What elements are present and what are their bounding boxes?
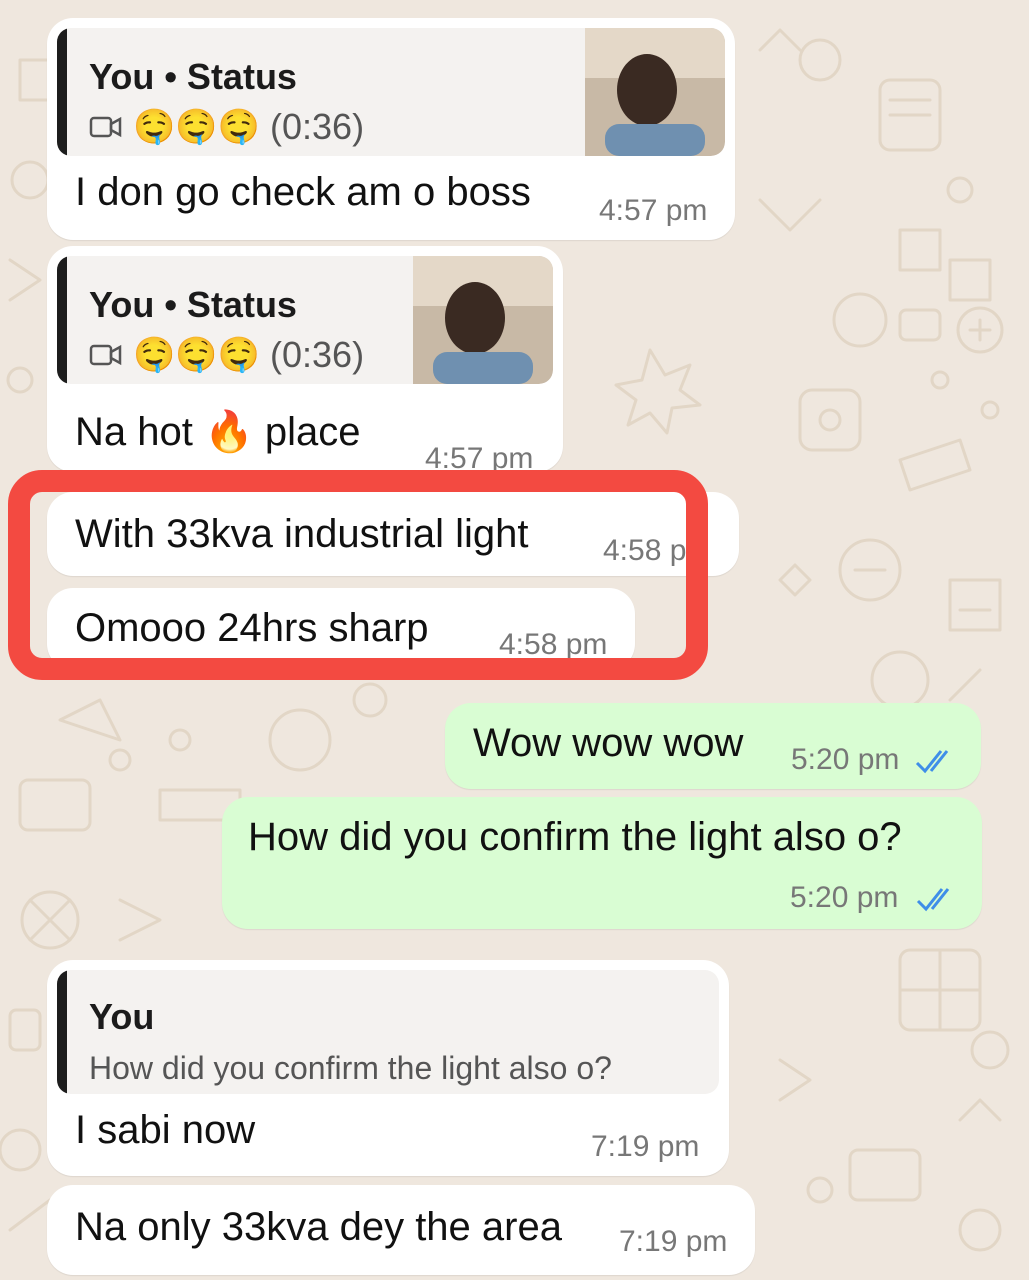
quote-accent-bar bbox=[57, 28, 67, 156]
message-text-part: place bbox=[264, 410, 361, 454]
message-time: 5:20 pm bbox=[790, 881, 899, 914]
status-thumbnail bbox=[413, 256, 553, 384]
message-bubble-incoming[interactable]: You How did you confirm the light also o… bbox=[47, 960, 729, 1176]
message-bubble-incoming[interactable]: You • Status 🤤🤤🤤 (0:36) I don go check a… bbox=[47, 18, 735, 240]
quote-accent-bar bbox=[57, 256, 67, 384]
message-bubble-incoming[interactable]: Omooo 24hrs sharp 4:58 pm bbox=[47, 588, 635, 670]
message-time: 4:57 pm bbox=[425, 442, 534, 475]
quote-subtitle: 🤤🤤🤤 (0:36) bbox=[89, 106, 364, 148]
message-text: Na hot 🔥 place bbox=[75, 408, 361, 455]
message-bubble-outgoing[interactable]: Wow wow wow 5:20 pm bbox=[445, 703, 981, 789]
drooling-emoji: 🤤🤤🤤 bbox=[133, 336, 261, 374]
quote-title: You • Status bbox=[89, 56, 297, 97]
message-bubble-incoming[interactable]: You • Status 🤤🤤🤤 (0:36) Na hot 🔥 place 4… bbox=[47, 246, 563, 475]
status-thumbnail bbox=[585, 28, 725, 156]
message-bubble-incoming[interactable]: With 33kva industrial light 4:58 p bbox=[47, 492, 739, 576]
message-text: How did you confirm the light also o? bbox=[248, 815, 902, 859]
video-camera-icon bbox=[89, 116, 122, 138]
quote-accent-bar bbox=[57, 970, 67, 1094]
message-bubble-incoming[interactable]: Na only 33kva dey the area 7:19 pm bbox=[47, 1185, 755, 1275]
message-text: I don go check am o boss bbox=[75, 170, 531, 214]
message-text: I sabi now bbox=[75, 1108, 256, 1152]
quoted-message-reply[interactable]: You How did you confirm the light also o… bbox=[57, 970, 719, 1094]
drooling-emoji: 🤤🤤🤤 bbox=[133, 108, 261, 146]
video-duration: (0:36) bbox=[270, 106, 365, 147]
message-time: 4:57 pm bbox=[599, 194, 708, 227]
message-time: 5:20 pm bbox=[791, 743, 900, 776]
message-time: 7:19 pm bbox=[591, 1130, 700, 1163]
message-text: Omooo 24hrs sharp bbox=[75, 606, 429, 650]
quoted-status-reply[interactable]: You • Status 🤤🤤🤤 (0:36) bbox=[57, 28, 725, 156]
read-receipt-icon bbox=[915, 750, 949, 774]
message-text-part: Na hot bbox=[75, 410, 193, 454]
message-text: Wow wow wow bbox=[473, 721, 744, 765]
quote-title: You • Status bbox=[89, 284, 297, 325]
message-bubble-outgoing[interactable]: How did you confirm the light also o? 5:… bbox=[222, 797, 982, 929]
message-time: 4:58 p bbox=[603, 534, 687, 567]
read-receipt-icon bbox=[916, 888, 950, 912]
message-time: 7:19 pm bbox=[619, 1225, 728, 1258]
message-text: Na only 33kva dey the area bbox=[75, 1205, 562, 1249]
fire-emoji: 🔥 bbox=[203, 410, 254, 454]
quote-subtitle: 🤤🤤🤤 (0:36) bbox=[89, 334, 364, 376]
quoted-status-reply[interactable]: You • Status 🤤🤤🤤 (0:36) bbox=[57, 256, 553, 384]
message-time: 4:58 pm bbox=[499, 628, 608, 661]
quoted-text: How did you confirm the light also o? bbox=[89, 1050, 612, 1086]
message-text: With 33kva industrial light bbox=[75, 512, 529, 556]
quote-title: You bbox=[89, 996, 155, 1037]
video-camera-icon bbox=[89, 344, 122, 366]
video-duration: (0:36) bbox=[270, 334, 365, 375]
